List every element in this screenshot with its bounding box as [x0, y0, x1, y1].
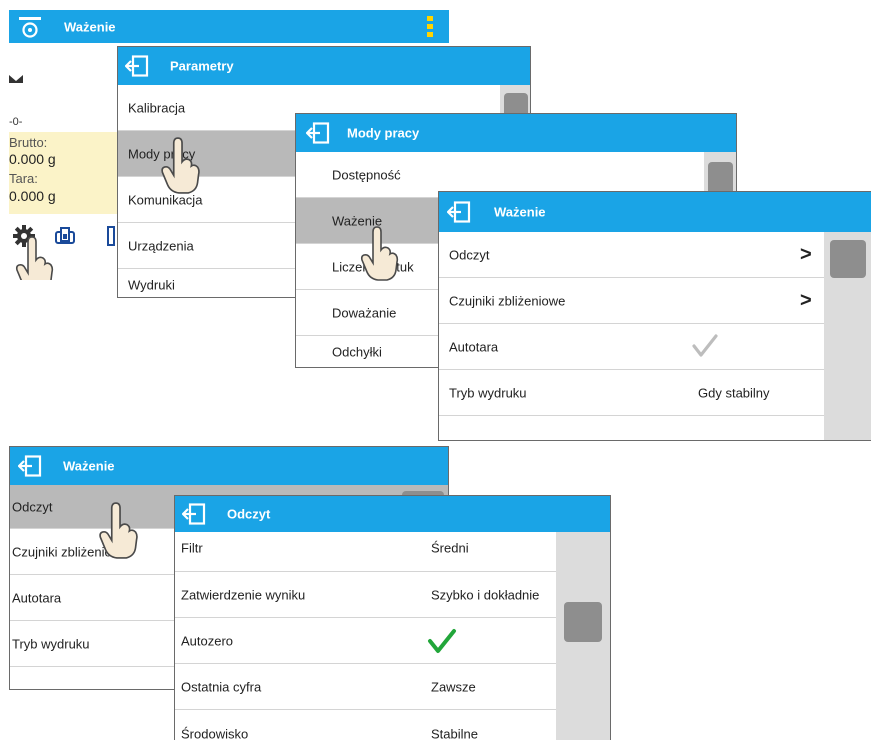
- mody-pracy-header: Mody pracy: [296, 114, 736, 152]
- tara-value: 0.000 g: [9, 188, 56, 204]
- setting-label: Czujniki zbliżeniowe: [449, 293, 566, 308]
- setting-label: Tryb wydruku: [449, 385, 527, 400]
- back-icon[interactable]: [447, 201, 471, 223]
- mody-pracy-title: Mody pracy: [347, 125, 420, 141]
- setting-label: Autozero: [181, 633, 234, 648]
- brutto-value: 0.000 g: [9, 151, 56, 167]
- back-icon[interactable]: [125, 55, 149, 77]
- wazenie-settings-panel: Ważenie Odczyt > Czujniki zbliżeniowe > …: [438, 191, 871, 441]
- setting-row-zatwierdzenie[interactable]: Zatwierdzenie wyniku Szybko i dokładnie: [175, 572, 558, 618]
- setting-value: Średni: [431, 540, 469, 556]
- scrollbar[interactable]: [824, 232, 871, 440]
- wazenie-header: Ważenie: [439, 192, 871, 232]
- hand-pointer-icon: [360, 226, 399, 281]
- list-item-label: Tryb wydruku: [12, 636, 90, 651]
- hand-pointer-icon: [99, 502, 138, 559]
- back-icon[interactable]: [306, 122, 330, 144]
- chevron-right-icon: >: [800, 289, 812, 311]
- setting-label: Zatwierdzenie wyniku: [181, 587, 306, 602]
- memory-icon[interactable]: [107, 226, 115, 246]
- setting-value: Stabilne: [431, 726, 478, 740]
- menu-item-label: Urządzenia: [128, 238, 194, 253]
- wazenie-list-header: Ważenie: [10, 447, 448, 485]
- wazenie-title: Ważenie: [494, 204, 546, 220]
- more-vertical-icon[interactable]: [427, 15, 433, 39]
- setting-row-filtr[interactable]: Filtr Średni: [175, 522, 558, 572]
- stability-icon: [9, 75, 23, 83]
- setting-row-autozero[interactable]: Autozero: [175, 618, 558, 664]
- scrollbar[interactable]: [556, 532, 610, 740]
- setting-label: Filtr: [181, 540, 203, 556]
- menu-item-label: Dostępność: [332, 167, 401, 182]
- setting-value: Gdy stabilny: [698, 385, 770, 400]
- hand-pointer-icon: [15, 236, 54, 280]
- setting-value: Szybko i dokładnie: [431, 587, 540, 602]
- list-item-label: Autotara: [12, 590, 62, 605]
- odczyt-title: Odczyt: [227, 506, 271, 522]
- wazenie-list-title: Ważenie: [63, 458, 115, 474]
- list-item-label: Odczyt: [12, 499, 53, 514]
- setting-label: Odczyt: [449, 247, 490, 262]
- setting-row-czujniki[interactable]: Czujniki zbliżeniowe >: [439, 278, 825, 324]
- parametry-header: Parametry: [118, 47, 530, 85]
- setting-row-tryb-wydruku[interactable]: Tryb wydruku Gdy stabilny: [439, 370, 825, 416]
- setting-row-odczyt[interactable]: Odczyt >: [439, 232, 825, 278]
- check-icon[interactable]: [427, 628, 457, 654]
- print-icon[interactable]: [55, 226, 75, 246]
- hand-pointer-icon: [161, 137, 200, 194]
- scrollbar-thumb[interactable]: [564, 602, 602, 642]
- chevron-right-icon: >: [800, 243, 812, 265]
- brutto-label: Brutto:: [9, 135, 48, 150]
- tara-label: Tara:: [9, 171, 38, 186]
- setting-label: Ostatnia cyfra: [181, 679, 262, 694]
- menu-item-label: Wydruki: [128, 277, 175, 293]
- zero-indicator: -0-: [9, 116, 23, 128]
- setting-value: Zawsze: [431, 679, 476, 694]
- odczyt-panel: Odczyt Filtr Średni Zatwierdzenie wyniku…: [174, 495, 611, 740]
- setting-label: Autotara: [449, 339, 499, 354]
- setting-row-autotara[interactable]: Autotara: [439, 324, 825, 370]
- scrollbar-thumb[interactable]: [830, 240, 866, 278]
- setting-row-ostatnia-cyfra[interactable]: Ostatnia cyfra Zawsze: [175, 664, 558, 710]
- menu-item-label: Doważanie: [332, 305, 397, 320]
- main-title: Ważenie: [64, 19, 116, 34]
- scale-icon: [19, 17, 41, 38]
- menu-item-label: Odchyłki: [332, 344, 382, 360]
- info-box: Brutto: 0.000 g Tara: 0.000 g: [9, 132, 117, 214]
- back-icon[interactable]: [18, 455, 42, 477]
- main-header: Ważenie: [9, 10, 449, 43]
- setting-row-srodowisko[interactable]: Środowisko Stabilne: [175, 710, 558, 740]
- parametry-title: Parametry: [170, 58, 234, 74]
- menu-item-label: Kalibracja: [128, 100, 186, 115]
- setting-label: Środowisko: [181, 726, 249, 740]
- check-icon[interactable]: [692, 334, 718, 358]
